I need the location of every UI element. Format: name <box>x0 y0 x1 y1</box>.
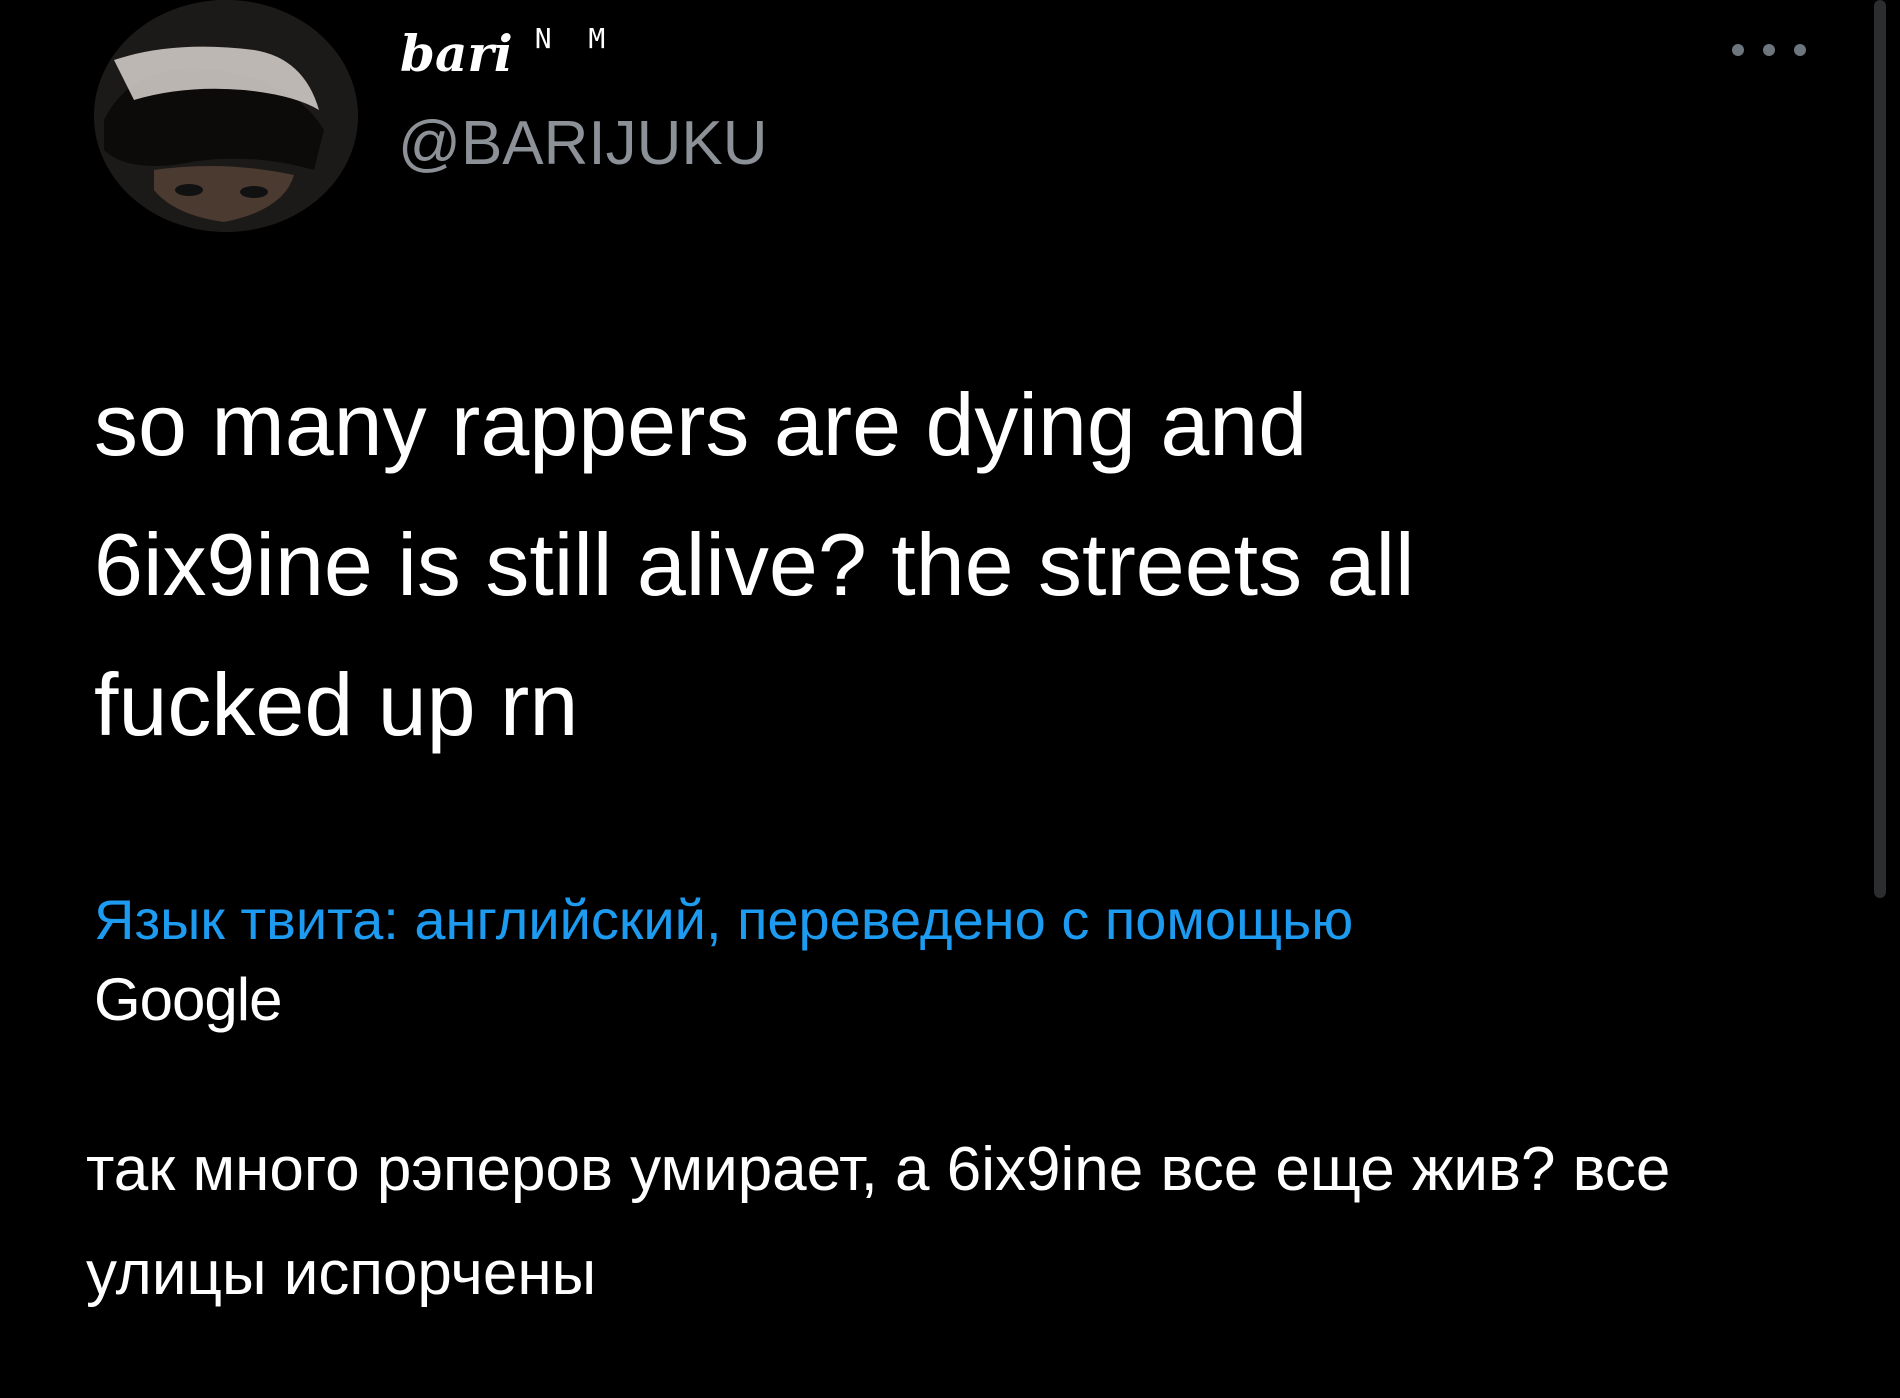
translation-note-link[interactable]: Язык твита: английский, переведено с пом… <box>94 880 1814 960</box>
tweet-card: bari N M @BARIJUKU so many rappers are d… <box>0 0 1900 1398</box>
translated-text: так много рэперов умирает, а 6ix9ine все… <box>86 1135 1671 1308</box>
avatar-photo <box>94 0 358 232</box>
display-name-suffix: N M <box>534 22 616 55</box>
more-icon[interactable] <box>1732 30 1806 70</box>
tweet-text: so many rappers are dying and 6ix9ine is… <box>94 375 1415 754</box>
user-handle[interactable]: @BARIJUKU <box>398 104 768 184</box>
more-dot <box>1794 44 1806 56</box>
avatar[interactable] <box>94 0 358 232</box>
more-dot <box>1763 44 1775 56</box>
more-dot <box>1732 44 1744 56</box>
name-row: bari N M <box>400 14 615 94</box>
scrollbar[interactable] <box>1874 0 1886 898</box>
google-logo: Google <box>94 966 282 1033</box>
display-name[interactable]: bari <box>400 14 513 94</box>
